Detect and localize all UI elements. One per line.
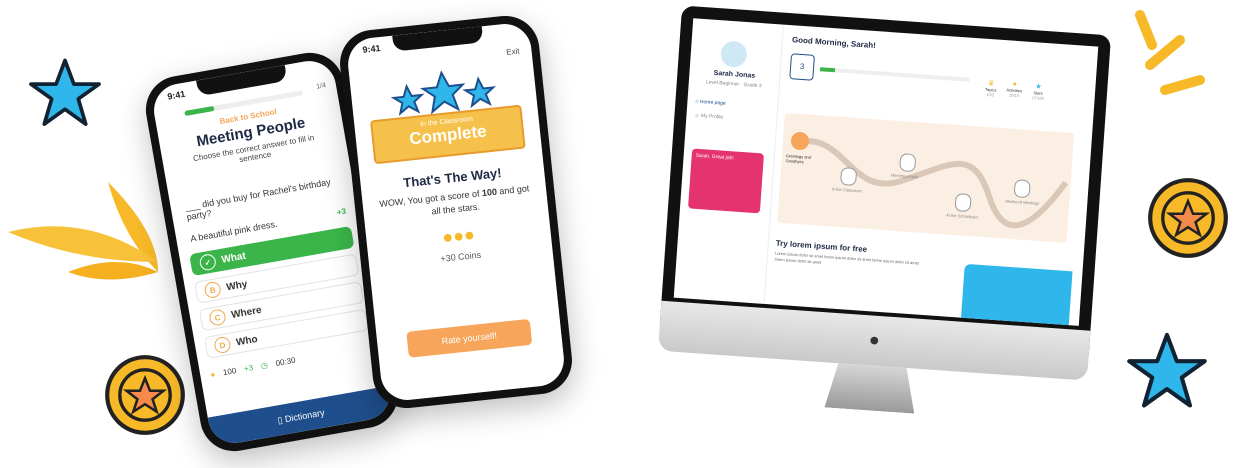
level-badge: 3	[789, 53, 816, 81]
coin-decoration-right	[1146, 176, 1230, 260]
lock-icon	[899, 153, 917, 173]
star-icon	[29, 58, 101, 126]
coin-delta: +3	[243, 363, 254, 374]
lesson-map: Greetings and Goodbyes In the Classroom …	[777, 112, 1075, 243]
quiz-footer: ● 100 +3 ◷ 00:30	[210, 356, 297, 380]
star-decoration-right	[1126, 330, 1208, 412]
check-icon: ✓	[198, 253, 218, 272]
letter-badge: C	[208, 308, 227, 327]
leaf-decoration-left	[8, 172, 168, 282]
stat-stars: ★ Stars 17/100	[1032, 82, 1045, 101]
stat-value: 10/2	[986, 91, 995, 98]
desktop-monitor: Sarah Jonas Level Beginner · Grade 3 ⌂ H…	[655, 5, 1112, 424]
coin-icon: ●	[209, 369, 216, 380]
monitor-stand	[824, 362, 917, 413]
coin-bonus: +3	[336, 206, 347, 218]
coin-decoration-left	[103, 353, 187, 437]
lock-icon	[839, 166, 858, 187]
rate-yourself-button[interactable]: Rate yourself!	[406, 318, 533, 358]
stats-row: ♛ Topics 10/2 ● Activities 10/19 ★ Stars 17/10…	[984, 79, 1044, 101]
letter-badge: D	[213, 335, 232, 355]
coin-icon	[105, 355, 185, 435]
avatar	[719, 40, 748, 69]
complete-screen: 9:41 Exit In the Classroom Complete That…	[345, 21, 567, 403]
phone-notch	[196, 64, 288, 97]
answer-text: Where	[230, 304, 263, 321]
status-time: 9:41	[166, 88, 187, 102]
lock-icon	[1013, 179, 1031, 199]
greeting: Good Morning, Sarah!	[791, 35, 877, 51]
status-time: 9:41	[362, 43, 381, 55]
score-value: 100	[481, 186, 498, 199]
answer-text: Why	[225, 278, 249, 293]
star-decoration-left	[28, 56, 102, 130]
answer-text: Who	[235, 333, 259, 349]
sparkle-icon	[1135, 10, 1205, 95]
letter-badge: B	[203, 280, 222, 300]
level-progress	[819, 67, 970, 82]
banner-text: Lorem ipsum dolor sit amet lorem ipsum d…	[774, 250, 920, 266]
stat-activities: ● Activities 10/19	[1006, 80, 1023, 99]
nav-home-label: Home page	[699, 98, 726, 107]
phone-notch	[392, 26, 484, 52]
coin-count: 100	[222, 366, 238, 378]
banner-illustration	[961, 263, 1073, 326]
timer-icon: ◷	[260, 360, 269, 371]
nav-profile-label: My Profile	[700, 113, 724, 121]
exit-button[interactable]: Exit	[506, 47, 520, 57]
quiz-progress-text: 1/4	[315, 82, 327, 91]
answer-text: What	[220, 250, 247, 266]
lock-icon	[954, 193, 972, 213]
quiz-timer: 00:30	[274, 355, 297, 368]
stat-value: 17/100	[1031, 95, 1045, 101]
nav-profile[interactable]: ☺ My Profile	[694, 113, 723, 121]
sparkle-decoration-right	[1110, 10, 1210, 110]
leaf-icon	[8, 182, 158, 280]
promo-title: Sarah, Great job!	[695, 152, 734, 162]
promo-card: Sarah, Great job!	[687, 148, 764, 214]
coin-icon	[1148, 178, 1228, 258]
nav-home[interactable]: ⌂ Home page	[695, 99, 726, 107]
phone-complete: 9:41 Exit In the Classroom Complete That…	[336, 12, 576, 412]
dictionary-label: Dictionary	[284, 407, 326, 425]
dictionary-button[interactable]: ▯ Dictionary	[207, 385, 395, 448]
stat-topics: ♛ Topics 10/2	[984, 79, 997, 98]
star-icon	[1127, 332, 1207, 408]
dashboard-sidebar: Sarah Jonas Level Beginner · Grade 3 ⌂ H…	[673, 18, 785, 304]
dashboard-screen: Sarah Jonas Level Beginner · Grade 3 ⌂ H…	[673, 18, 1099, 326]
